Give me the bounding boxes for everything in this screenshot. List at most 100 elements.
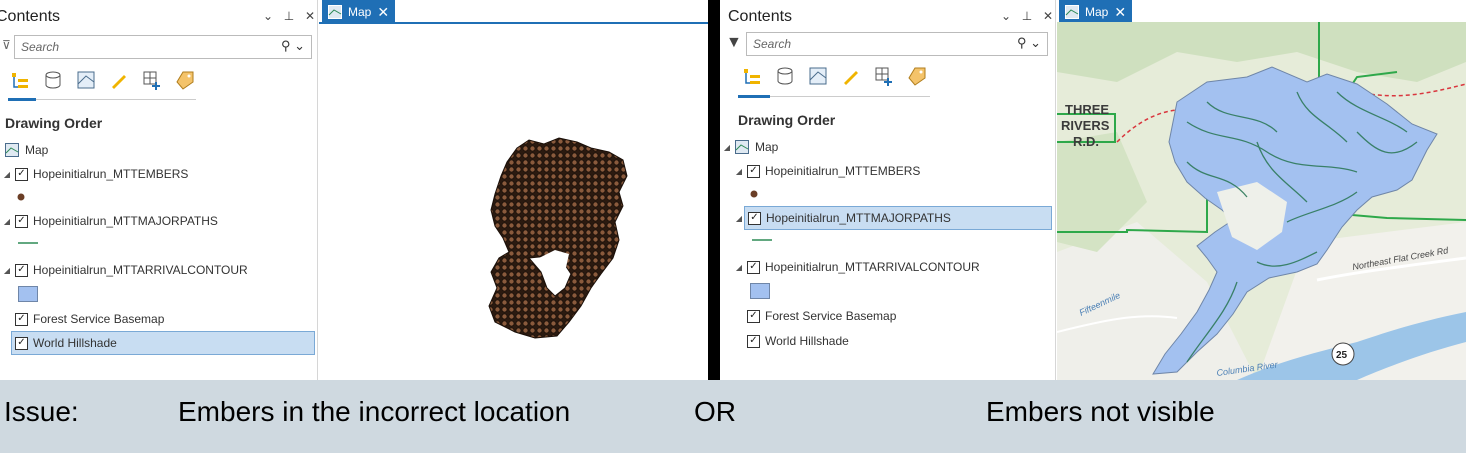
snapping-icon[interactable] bbox=[872, 64, 896, 88]
data-source-icon[interactable] bbox=[773, 64, 797, 88]
section-title: Drawing Order bbox=[738, 112, 836, 128]
collapse-triangle-icon[interactable]: ◢ bbox=[734, 167, 744, 176]
tab-map[interactable]: Map ✕ bbox=[1059, 0, 1133, 24]
visibility-checkbox[interactable]: ✓ bbox=[747, 334, 760, 348]
layer-label: Forest Service Basemap bbox=[765, 309, 897, 323]
layer-label: Forest Service Basemap bbox=[33, 312, 165, 326]
visibility-checkbox[interactable]: ✓ bbox=[15, 336, 28, 350]
editing-icon[interactable] bbox=[107, 68, 131, 92]
layer-label: Hopeinitialrun_MTTEMBERS bbox=[33, 167, 189, 181]
pane-title: Contents bbox=[0, 8, 61, 25]
collapse-triangle-icon[interactable]: ◢ bbox=[733, 214, 745, 223]
map-icon bbox=[1065, 5, 1079, 19]
filter-icon[interactable]: ⊽ bbox=[2, 38, 11, 52]
option-a-text: Embers in the incorrect location bbox=[178, 396, 571, 427]
layer-embers[interactable]: ◢ ✓ Hopeinitialrun_MTTEMBERS bbox=[734, 159, 1044, 183]
collapse-triangle-icon[interactable]: ◢ bbox=[2, 266, 12, 275]
editing-icon[interactable] bbox=[839, 64, 863, 88]
basemap: THREE RIVERS R.D. Northeast Flat Creek R… bbox=[1057, 22, 1466, 380]
search-placeholder: Search bbox=[753, 37, 792, 51]
selection-icon[interactable] bbox=[74, 68, 98, 92]
labeling-icon[interactable] bbox=[173, 68, 197, 92]
snapping-icon[interactable] bbox=[140, 68, 164, 92]
chevron-down-icon[interactable]: ⌄ bbox=[262, 9, 274, 23]
or-label: OR bbox=[694, 396, 736, 427]
active-tab-underline bbox=[738, 95, 770, 98]
route-shield-label: 25 bbox=[1336, 350, 1348, 361]
ember-point-symbol bbox=[750, 190, 758, 198]
drawing-order-icon[interactable] bbox=[8, 68, 32, 92]
layer-world-hillshade[interactable]: ✓ World Hillshade bbox=[744, 329, 1044, 353]
contents-toolbar bbox=[740, 64, 929, 88]
layer-label: World Hillshade bbox=[33, 336, 117, 350]
contour-fill-symbol bbox=[18, 286, 38, 302]
screenshot-not-visible: Contents ⌄ ⊥ ✕ ▼ Search ⚲ ⌄ Drawing Orde… bbox=[720, 0, 1466, 380]
layer-label: World Hillshade bbox=[765, 334, 849, 348]
map-view-embers[interactable] bbox=[319, 26, 708, 380]
issue-label: Issue: bbox=[4, 396, 79, 427]
visibility-checkbox[interactable]: ✓ bbox=[15, 312, 28, 326]
layer-major-paths[interactable]: ◢ ✓ Hopeinitialrun_MTTMAJORPATHS bbox=[736, 206, 1052, 230]
layer-embers[interactable]: ◢ ✓ Hopeinitialrun_MTTEMBERS bbox=[2, 162, 302, 186]
layer-label: Map bbox=[25, 143, 49, 157]
collapse-triangle-icon[interactable]: ◢ bbox=[734, 263, 744, 272]
close-icon[interactable]: ✕ bbox=[1042, 9, 1054, 23]
layer-major-paths[interactable]: ◢ ✓ Hopeinitialrun_MTTMAJORPATHS bbox=[2, 209, 302, 233]
district-label-line3: R.D. bbox=[1073, 134, 1099, 149]
pin-icon[interactable]: ⊥ bbox=[1021, 9, 1033, 23]
search-input[interactable]: Search ⚲ ⌄ bbox=[746, 32, 1048, 56]
visibility-checkbox[interactable]: ✓ bbox=[747, 260, 760, 274]
visibility-checkbox[interactable]: ✓ bbox=[747, 164, 760, 178]
map-tab-bar: Map ✕ bbox=[319, 0, 708, 24]
tab-map[interactable]: Map ✕ bbox=[322, 0, 396, 24]
pin-icon[interactable]: ⊥ bbox=[283, 9, 295, 23]
visibility-checkbox[interactable]: ✓ bbox=[748, 211, 761, 225]
collapse-triangle-icon[interactable]: ◢ bbox=[2, 170, 12, 179]
selection-icon[interactable] bbox=[806, 64, 830, 88]
layer-world-hillshade[interactable]: ✓ World Hillshade bbox=[11, 331, 315, 355]
layer-forest-service-basemap[interactable]: ✓ Forest Service Basemap bbox=[12, 307, 302, 331]
layer-arrival-contour[interactable]: ◢ ✓ Hopeinitialrun_MTTARRIVALCONTOUR bbox=[734, 255, 1044, 279]
close-icon[interactable]: ✕ bbox=[1114, 4, 1126, 21]
toolbar-divider bbox=[770, 96, 930, 97]
contents-toolbar bbox=[8, 68, 197, 92]
tab-label: Map bbox=[1085, 5, 1109, 19]
map-icon bbox=[735, 140, 749, 154]
ember-cluster bbox=[488, 137, 628, 339]
close-icon[interactable]: ✕ bbox=[304, 9, 316, 23]
layer-map[interactable]: Map bbox=[2, 138, 302, 162]
map-icon bbox=[328, 5, 342, 19]
layer-map[interactable]: ◢ Map bbox=[722, 135, 1042, 159]
search-icon[interactable]: ⚲ ⌄ bbox=[1017, 35, 1041, 51]
layer-forest-service-basemap[interactable]: ✓ Forest Service Basemap bbox=[744, 304, 1044, 328]
visibility-checkbox[interactable]: ✓ bbox=[15, 167, 28, 181]
layer-label: Hopeinitialrun_MTTEMBERS bbox=[765, 164, 921, 178]
collapse-triangle-icon[interactable]: ◢ bbox=[722, 143, 732, 152]
collapse-triangle-icon[interactable]: ◢ bbox=[2, 217, 12, 226]
layer-arrival-contour[interactable]: ◢ ✓ Hopeinitialrun_MTTARRIVALCONTOUR bbox=[2, 258, 302, 282]
visibility-checkbox[interactable]: ✓ bbox=[15, 263, 28, 277]
filter-icon[interactable]: ▼ bbox=[726, 34, 742, 52]
chevron-down-icon[interactable]: ⌄ bbox=[1000, 9, 1012, 23]
path-line-symbol bbox=[18, 242, 38, 244]
contents-pane: Contents ⌄ ⊥ ✕ ▼ Search ⚲ ⌄ Drawing Orde… bbox=[720, 0, 1056, 380]
contour-fill-symbol bbox=[750, 283, 770, 299]
layer-label: Hopeinitialrun_MTTMAJORPATHS bbox=[766, 211, 951, 225]
map-view-contour[interactable]: THREE RIVERS R.D. Northeast Flat Creek R… bbox=[1057, 22, 1466, 380]
search-icon[interactable]: ⚲ ⌄ bbox=[281, 38, 305, 54]
visibility-checkbox[interactable]: ✓ bbox=[15, 214, 28, 228]
drawing-order-icon[interactable] bbox=[740, 64, 764, 88]
path-line-symbol bbox=[752, 239, 772, 241]
search-input[interactable]: Search ⚲ ⌄ bbox=[14, 35, 312, 59]
pane-controls: ⌄ ⊥ ✕ bbox=[262, 9, 316, 23]
visibility-checkbox[interactable]: ✓ bbox=[747, 309, 760, 323]
map-icon bbox=[5, 143, 19, 157]
search-placeholder: Search bbox=[21, 40, 60, 54]
labeling-icon[interactable] bbox=[905, 64, 929, 88]
layer-label: Hopeinitialrun_MTTARRIVALCONTOUR bbox=[765, 260, 980, 274]
data-source-icon[interactable] bbox=[41, 68, 65, 92]
close-icon[interactable]: ✕ bbox=[377, 4, 389, 21]
tab-label: Map bbox=[348, 5, 372, 19]
option-b-text: Embers not visible bbox=[986, 396, 1215, 427]
ember-point-symbol bbox=[17, 193, 25, 201]
